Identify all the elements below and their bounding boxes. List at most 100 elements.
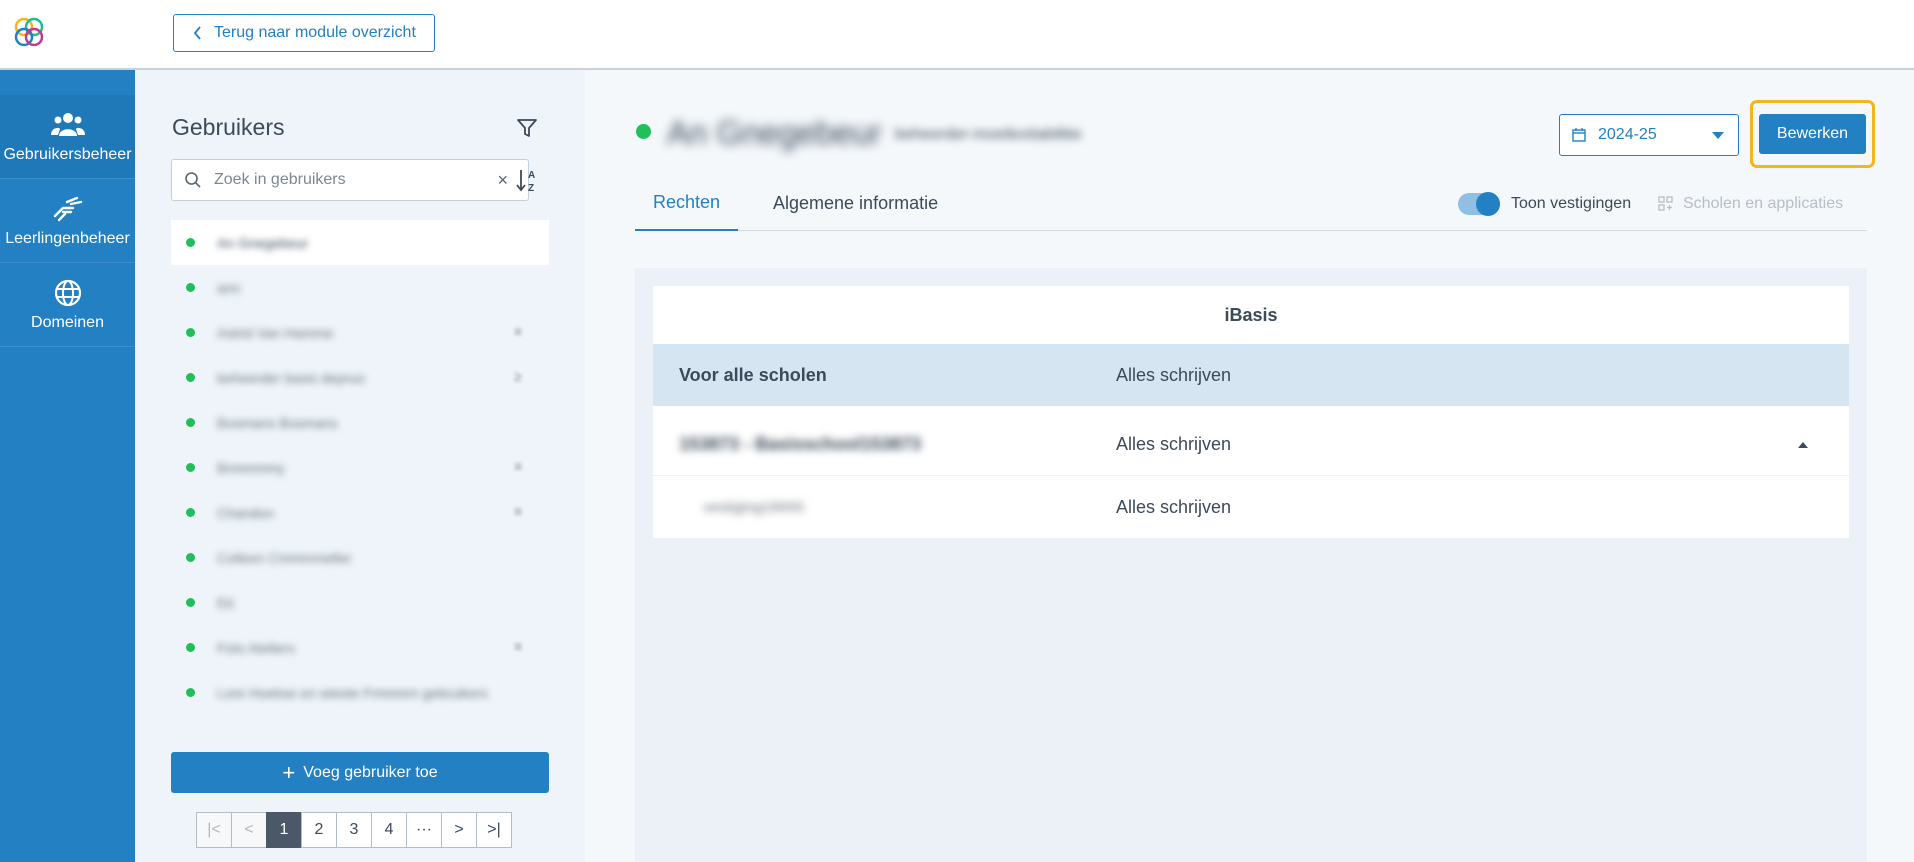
list-item[interactable]: Eit (171, 580, 549, 625)
page-button-2[interactable]: 2 (301, 812, 337, 848)
status-dot (186, 643, 195, 652)
status-dot (186, 283, 195, 292)
plus-icon: + (282, 759, 296, 785)
edit-highlight: Bewerken (1750, 100, 1875, 168)
back-to-modules-button[interactable]: Terug naar module overzicht (173, 14, 435, 52)
show-locations-toggle[interactable] (1458, 192, 1500, 216)
list-item[interactable]: ann (171, 265, 549, 310)
row-right: Alles schrijven (1116, 434, 1232, 454)
sidebar-nav: Gebruikersbeheer Leerlingenbeheer Domein… (0, 70, 135, 862)
user-trail-icon: ≡ (514, 323, 523, 339)
search-input[interactable] (214, 171, 464, 189)
svg-text:A: A (528, 170, 535, 181)
status-dot (186, 238, 195, 247)
users-panel: Gebruikers × A Z An Gnegebeur ann Astrid… (135, 70, 585, 862)
svg-text:Z: Z (528, 183, 534, 194)
user-trail-icon: ≡ (514, 458, 523, 474)
page-button-1[interactable]: 1 (266, 812, 302, 848)
status-dot (186, 418, 195, 427)
globe-icon (54, 279, 81, 306)
user-name: Brmmmmy (217, 459, 285, 476)
more-pages-button[interactable]: ··· (406, 812, 442, 848)
calendar-icon (1572, 128, 1586, 142)
user-name: Foto Ateliers (217, 639, 295, 656)
rights-card: iBasis Voor alle scholen Alles schrijven… (653, 286, 1849, 538)
user-role: beheerder-moeilexitabilitie (895, 126, 1082, 143)
status-dot (186, 328, 195, 337)
status-dot (186, 553, 195, 562)
user-name: ann (217, 279, 241, 296)
chevron-down-icon (1712, 132, 1724, 139)
table-row: vestiging19000 Alles schrijven (653, 476, 1849, 538)
next-page-button[interactable]: > (441, 812, 477, 848)
add-user-button[interactable]: + Voeg gebruiker toe (171, 752, 549, 793)
schools-apps-label: Scholen en applicaties (1683, 194, 1844, 212)
toggle-label: Toon vestigingen (1511, 194, 1632, 212)
last-page-button[interactable]: >| (476, 812, 512, 848)
status-dot (186, 688, 195, 697)
status-dot (186, 598, 195, 607)
user-list: An Gnegebeur ann Astrid Van Hamme ≡ behe… (171, 220, 549, 715)
nav-label: Gebruikersbeheer (3, 145, 132, 163)
nav-item-gebruikersbeheer[interactable]: Gebruikersbeheer (0, 95, 135, 179)
table-row[interactable]: 153873 - Basisschool153873 Alles schrijv… (653, 414, 1849, 476)
tab-rechten[interactable]: Rechten (635, 176, 739, 231)
user-name: beheerder basis depruo (217, 369, 365, 386)
row-name: 153873 - Basisschool153873 (679, 434, 922, 454)
search-icon (185, 172, 201, 188)
user-name: Colleen Cmmmmeller (217, 549, 352, 566)
tabs: Rechten Algemene informatie Toon vestigi… (635, 176, 1867, 231)
list-item[interactable]: Colleen Cmmmmeller (171, 535, 549, 580)
list-item[interactable]: An Gnegebeur (171, 220, 549, 265)
user-trail-icon: ≡ (514, 503, 523, 519)
row-right: Alles schrijven (1116, 496, 1232, 517)
logo-icon (14, 17, 44, 47)
user-search: × (171, 159, 529, 201)
school-year-select[interactable]: 2024-25 (1559, 114, 1739, 156)
filter-icon[interactable] (515, 116, 539, 140)
page-button-4[interactable]: 4 (371, 812, 407, 848)
nav-label: Domeinen (31, 313, 104, 331)
chevron-left-icon (193, 26, 201, 40)
pagination: |< < 1 2 3 4 ··· > >| (196, 812, 512, 848)
nav-item-domeinen[interactable]: Domeinen (0, 263, 135, 347)
users-panel-title: Gebruikers (172, 114, 285, 140)
row-name: Voor alle scholen (679, 364, 827, 385)
hand-icon (53, 196, 82, 221)
status-dot (636, 124, 651, 139)
nav-item-leerlingenbeheer[interactable]: Leerlingenbeheer (0, 179, 135, 263)
tab-algemene-informatie[interactable]: Algemene informatie (755, 176, 956, 231)
user-name: Lore Hoekse en wieste Fmmmm gebruikers (217, 684, 488, 701)
list-item[interactable]: Chandon ≡ (171, 490, 549, 535)
row-right: Alles schrijven (1116, 364, 1232, 385)
page-button-3[interactable]: 3 (336, 812, 372, 848)
schools-apps-button[interactable]: Scholen en applicaties (1658, 176, 1843, 231)
sort-az-icon[interactable]: A Z (515, 166, 541, 194)
first-page-button[interactable]: |< (196, 812, 232, 848)
list-item[interactable]: Bosmans Bosmans (171, 400, 549, 445)
user-name: Eit (217, 594, 234, 611)
toggle-knob (1476, 192, 1500, 216)
list-item[interactable]: Foto Ateliers ≡ (171, 625, 549, 670)
status-dot (186, 508, 195, 517)
status-dot (186, 463, 195, 472)
clear-search-icon[interactable]: × (497, 170, 508, 191)
grid-icon (1658, 196, 1673, 211)
back-button-label: Terug naar module overzicht (214, 24, 416, 41)
main-content: An Gnegebeur beheerder-moeilexitabilitie… (585, 70, 1914, 862)
user-name: Chandon (217, 504, 274, 521)
top-bar: Terug naar module overzicht (0, 0, 1914, 70)
list-item[interactable]: Lore Hoekse en wieste Fmmmm gebruikers (171, 670, 549, 715)
table-row: Voor alle scholen Alles schrijven (653, 344, 1849, 406)
list-item[interactable]: Brmmmmy ≡ (171, 445, 549, 490)
selected-year: 2024-25 (1598, 126, 1657, 143)
nav-label: Leerlingenbeheer (5, 229, 130, 247)
card-title: iBasis (1224, 304, 1278, 325)
prev-page-button[interactable]: < (231, 812, 267, 848)
page-title: An Gnegebeur (667, 114, 882, 151)
users-icon (50, 112, 85, 136)
list-item[interactable]: beheerder basis depruo ≥ (171, 355, 549, 400)
list-item[interactable]: Astrid Van Hamme ≡ (171, 310, 549, 355)
collapse-icon[interactable] (1798, 442, 1808, 448)
edit-button[interactable]: Bewerken (1759, 114, 1866, 154)
